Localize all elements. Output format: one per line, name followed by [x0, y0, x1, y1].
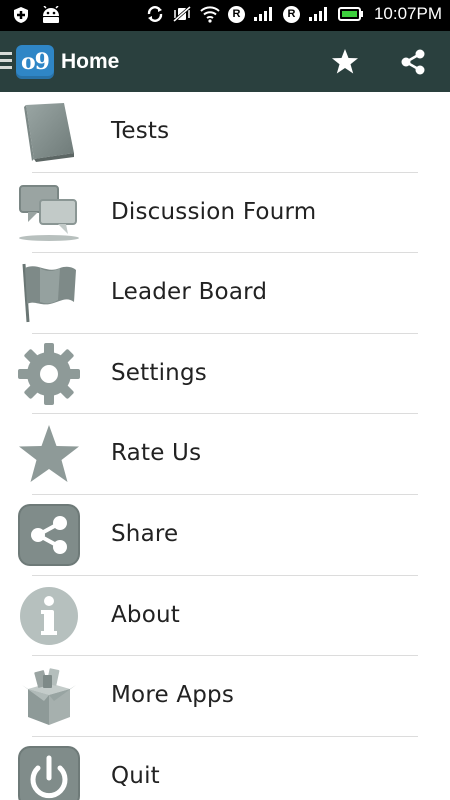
battery-icon [337, 7, 363, 21]
box-icon [22, 668, 76, 726]
shield-icon [14, 7, 28, 23]
chat-bubbles-icon [19, 184, 79, 241]
menu-drawer-icon[interactable] [0, 52, 12, 70]
power-icon [18, 745, 80, 800]
carrier-badge: R [227, 5, 245, 23]
menu-item-label: Rate Us [111, 440, 202, 467]
android-icon [43, 6, 59, 23]
menu-item-settings[interactable]: Settings [0, 334, 450, 415]
menu-item-label: Quit [111, 762, 160, 789]
menu-item-tests[interactable]: Tests [0, 92, 450, 173]
menu-item-label: Share [111, 520, 179, 547]
menu-item-label: More Apps [111, 682, 235, 709]
menu-item-rate-us[interactable]: Rate Us [0, 414, 450, 495]
share-icon [18, 503, 80, 566]
menu-item-label: Discussion Fourm [111, 198, 317, 225]
menu-item-quit[interactable]: Quit [0, 737, 450, 800]
menu-item-discussion-forum[interactable]: Discussion Fourm [0, 173, 450, 254]
signal-icon [253, 7, 272, 21]
favorite-star-icon[interactable] [330, 47, 360, 77]
sync-icon [147, 6, 163, 22]
menu-item-label: Leader Board [111, 279, 268, 306]
signal-icon-2 [308, 7, 327, 21]
menu-item-label: Tests [111, 118, 170, 144]
flag-icon [22, 264, 76, 323]
carrier-badge-2: R [282, 5, 300, 23]
book-icon [24, 103, 74, 162]
app-bar: o9 Home [0, 31, 450, 92]
share-icon[interactable] [399, 47, 427, 77]
star-icon [19, 425, 79, 483]
status-bar: R R 10:07PM [0, 0, 450, 31]
info-icon [20, 586, 78, 645]
wifi-icon [200, 6, 220, 23]
gear-icon [18, 342, 80, 405]
menu-item-about[interactable]: About [0, 576, 450, 657]
page-title: Home [61, 50, 120, 73]
app-logo[interactable]: o9 [16, 45, 54, 79]
menu-item-leader-board[interactable]: Leader Board [0, 253, 450, 334]
menu-item-share[interactable]: Share [0, 495, 450, 576]
menu-item-more-apps[interactable]: More Apps [0, 656, 450, 737]
clock: 10:07PM [373, 4, 442, 23]
menu-item-label: About [111, 601, 181, 628]
vibrate-off-icon [172, 5, 191, 23]
menu-item-label: Settings [111, 359, 207, 386]
home-menu-list: Tests Discussion Fourm Leader Board Sett… [0, 92, 450, 800]
